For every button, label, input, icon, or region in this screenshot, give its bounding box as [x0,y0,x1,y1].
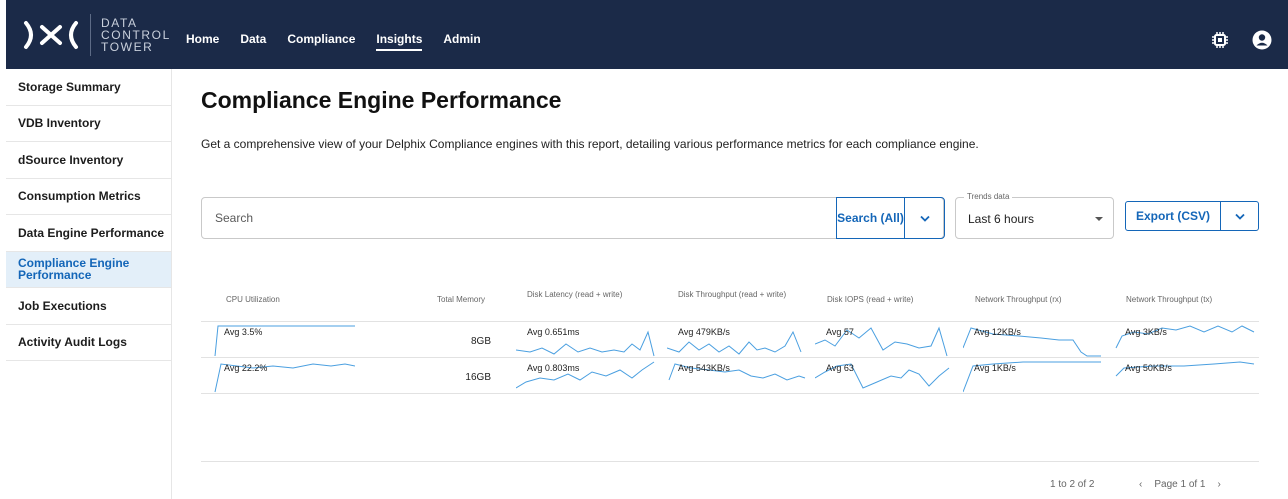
disk-throughput-avg: Avg 543KB/s [678,363,730,373]
disk-iops-cell: Avg 63 [815,358,955,394]
column-header-disk-throughput[interactable]: Disk Throughput (read + write) [678,290,798,299]
disk-throughput-avg: Avg 479KB/s [678,327,730,337]
chip-icon[interactable] [1210,30,1230,50]
pagination: ‹ Page 1 of 1 › [1139,479,1221,490]
disk-throughput-cell: Avg 479KB/s [667,322,807,358]
performance-table: CPU Utilization Total Memory Disk Latenc… [201,279,1259,394]
sidebar-item-job-executions[interactable]: Job Executions [6,288,171,325]
search-button-group: Search (All) [836,197,945,239]
logo-divider [90,14,91,56]
sidebar-item-vdb-inventory[interactable]: VDB Inventory [6,106,171,142]
search-scope-dropdown[interactable] [905,198,944,238]
search-bar: Search (All) [201,197,945,239]
nav-insights[interactable]: Insights [376,32,423,51]
user-icon[interactable] [1252,30,1272,50]
column-header-disk-latency[interactable]: Disk Latency (read + write) [527,290,627,299]
page-indicator: Page 1 of 1 [1154,479,1206,490]
cpu-cell: Avg 3.5% [213,322,355,358]
network-tx-cell: Avg 3KB/s [1114,322,1256,358]
search-input[interactable] [202,198,836,238]
sidebar-item-consumption-metrics[interactable]: Consumption Metrics [6,179,171,215]
page-title: Compliance Engine Performance [201,87,562,113]
nav-data[interactable]: Data [240,32,266,46]
main-content: Compliance Engine Performance Get a comp… [201,69,1259,499]
row-count: 1 to 2 of 2 [1050,479,1095,490]
disk-latency-avg: Avg 0.651ms [527,327,580,337]
search-button[interactable]: Search (All) [837,198,905,238]
table-footer-divider [201,461,1259,462]
trends-data-select[interactable]: Trends data Last 6 hours [955,192,1114,239]
chevron-down-icon [1234,213,1245,220]
disk-throughput-cell: Avg 543KB/s [667,358,807,394]
sidebar-item-storage-summary[interactable]: Storage Summary [6,69,171,106]
disk-latency-cell: Avg 0.651ms [516,322,656,358]
disk-iops-avg: Avg 63 [826,363,854,373]
trends-data-label: Trends data [964,192,1013,201]
memory-cell: 16GB [465,372,491,383]
column-header-memory[interactable]: Total Memory [437,295,485,304]
top-icons [1210,30,1272,50]
cpu-cell: Avg 22.2% [213,358,355,394]
export-csv-button[interactable]: Export (CSV) [1126,202,1221,230]
network-tx-avg: Avg 3KB/s [1125,327,1167,337]
nav-compliance[interactable]: Compliance [287,32,355,46]
trends-data-value: Last 6 hours [968,212,1035,226]
table-row[interactable]: Avg 3.5% 8GB Avg 0.651ms Avg 479KB/s Avg… [201,322,1259,358]
disk-iops-avg: Avg 57 [826,327,854,337]
cpu-avg: Avg 22.2% [224,363,268,373]
next-page-button[interactable]: › [1218,479,1221,490]
logo-mark-icon [24,21,78,49]
logo[interactable]: DATA CONTROL TOWER [20,14,171,56]
sidebar: Storage Summary VDB Inventory dSource In… [6,69,172,499]
chevron-down-icon [919,215,930,222]
column-header-network-rx[interactable]: Network Throughput (rx) [975,295,1062,304]
nav-admin[interactable]: Admin [443,32,480,46]
table-header: CPU Utilization Total Memory Disk Latenc… [201,279,1259,322]
memory-cell: 8GB [470,336,491,347]
network-rx-avg: Avg 1KB/s [974,363,1016,373]
sidebar-item-compliance-engine-performance[interactable]: Compliance Engine Performance [6,251,171,288]
caret-down-icon [1095,217,1103,221]
network-rx-cell: Avg 1KB/s [963,358,1103,394]
column-header-cpu[interactable]: CPU Utilization [226,295,280,304]
sidebar-item-data-engine-performance[interactable]: Data Engine Performance [6,215,171,252]
logo-text-line: TOWER [101,40,154,54]
network-tx-cell: Avg 50KB/s [1114,358,1256,394]
column-header-disk-iops[interactable]: Disk IOPS (read + write) [827,295,913,304]
sidebar-item-dsource-inventory[interactable]: dSource Inventory [6,142,171,179]
cpu-avg: Avg 3.5% [224,327,263,337]
network-tx-avg: Avg 50KB/s [1125,363,1172,373]
sidebar-item-activity-audit-logs[interactable]: Activity Audit Logs [6,325,171,361]
nav-home[interactable]: Home [186,32,219,46]
logo-text: DATA CONTROL TOWER [101,17,171,53]
page-description: Get a comprehensive view of your Delphix… [201,137,979,151]
network-rx-cell: Avg 12KB/s [963,322,1103,358]
disk-iops-cell: Avg 57 [815,322,955,358]
column-header-network-tx[interactable]: Network Throughput (tx) [1126,295,1212,304]
main-nav: Home Data Compliance Insights Admin [186,32,481,51]
table-row[interactable]: Avg 22.2% 16GB Avg 0.803ms Avg 543KB/s A… [201,358,1259,394]
disk-latency-avg: Avg 0.803ms [527,363,580,373]
network-rx-avg: Avg 12KB/s [974,327,1021,337]
top-bar: DATA CONTROL TOWER Home Data Compliance … [0,0,1288,69]
disk-latency-cell: Avg 0.803ms [516,358,656,394]
export-dropdown[interactable] [1221,202,1258,230]
export-button-group: Export (CSV) [1125,201,1259,231]
previous-page-button[interactable]: ‹ [1139,479,1142,490]
